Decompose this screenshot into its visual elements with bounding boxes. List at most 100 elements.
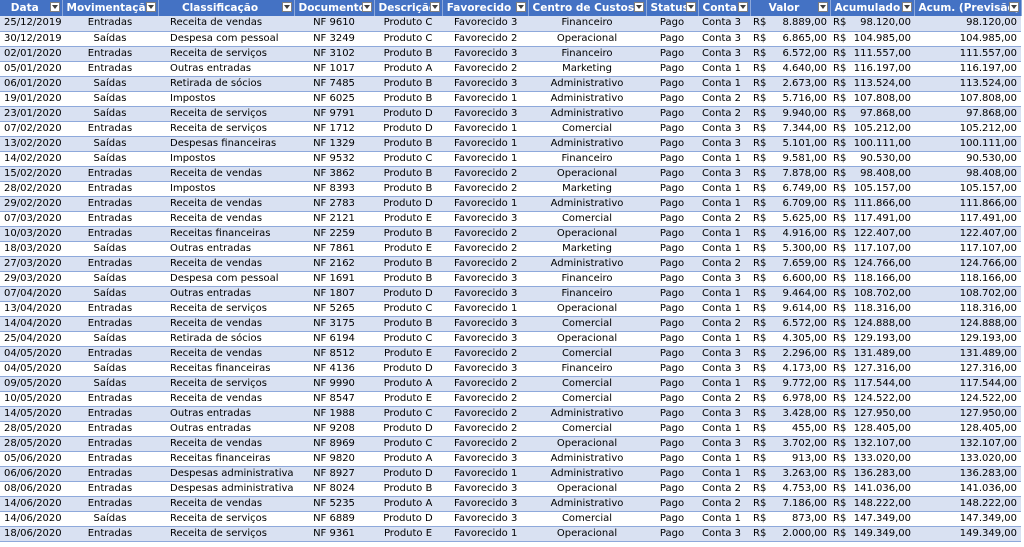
cell-favorecido[interactable]: Favorecido 2	[442, 436, 528, 452]
cell-acum-previsao[interactable]: 100.111,00	[914, 136, 1021, 152]
cell-status[interactable]: Pago	[646, 166, 698, 182]
cell-status[interactable]: Pago	[646, 61, 698, 77]
cell-data[interactable]: 14/05/2020	[0, 406, 62, 422]
cell-documento[interactable]: NF 9610	[294, 16, 374, 32]
cell-centro-de-custos[interactable]: Administrativo	[528, 466, 646, 482]
cell-acum-previsao[interactable]: 147.349,00	[914, 511, 1021, 527]
cell-valor[interactable]: R$ 2.673,00	[750, 76, 830, 92]
cell-classificacao[interactable]: Outras entradas	[158, 241, 294, 257]
cell-status[interactable]: Pago	[646, 181, 698, 197]
cell-status[interactable]: Pago	[646, 121, 698, 137]
cell-favorecido[interactable]: Favorecido 1	[442, 151, 528, 167]
cell-descricao[interactable]: Produto C	[374, 151, 442, 167]
cell-centro-de-custos[interactable]: Operacional	[528, 166, 646, 182]
cell-favorecido[interactable]: Favorecido 2	[442, 256, 528, 272]
cell-classificacao[interactable]: Retirada de sócios	[158, 76, 294, 92]
cell-classificacao[interactable]: Receita de vendas	[158, 496, 294, 512]
cell-valor[interactable]: R$ 6.572,00	[750, 46, 830, 62]
cell-conta[interactable]: Conta 3	[698, 121, 750, 137]
cell-movimentacao[interactable]: Entradas	[62, 391, 158, 407]
cell-centro-de-custos[interactable]: Administrativo	[528, 76, 646, 92]
cell-movimentacao[interactable]: Entradas	[62, 211, 158, 227]
cell-acum-previsao[interactable]: 90.530,00	[914, 151, 1021, 167]
cell-centro-de-custos[interactable]: Financeiro	[528, 271, 646, 287]
cell-acumulado[interactable]: R$ 97.868,00	[830, 106, 914, 122]
cell-descricao[interactable]: Produto C	[374, 436, 442, 452]
cell-valor[interactable]: R$ 6.865,00	[750, 31, 830, 47]
column-header-favorecido[interactable]: Favorecido	[442, 0, 529, 16]
cell-documento[interactable]: NF 1712	[294, 121, 374, 137]
cell-valor[interactable]: R$ 3.702,00	[750, 436, 830, 452]
cell-centro-de-custos[interactable]: Operacional	[528, 526, 646, 542]
filter-dropdown-icon[interactable]	[817, 2, 828, 12]
cell-data[interactable]: 14/06/2020	[0, 511, 62, 527]
cell-data[interactable]: 14/02/2020	[0, 151, 62, 167]
cell-conta[interactable]: Conta 1	[698, 286, 750, 302]
cell-conta[interactable]: Conta 3	[698, 361, 750, 377]
cell-acum-previsao[interactable]: 124.888,00	[914, 316, 1021, 332]
cell-status[interactable]: Pago	[646, 421, 698, 437]
cell-valor[interactable]: R$ 9.464,00	[750, 286, 830, 302]
cell-valor[interactable]: R$ 4.305,00	[750, 331, 830, 347]
cell-data[interactable]: 19/01/2020	[0, 91, 62, 107]
cell-favorecido[interactable]: Favorecido 3	[442, 511, 528, 527]
filter-dropdown-icon[interactable]	[515, 2, 526, 12]
cell-movimentacao[interactable]: Entradas	[62, 166, 158, 182]
cell-data[interactable]: 07/03/2020	[0, 211, 62, 227]
cell-data[interactable]: 18/06/2020	[0, 526, 62, 542]
cell-acum-previsao[interactable]: 118.316,00	[914, 301, 1021, 317]
cell-data[interactable]: 29/03/2020	[0, 271, 62, 287]
cell-data[interactable]: 25/04/2020	[0, 331, 62, 347]
cell-classificacao[interactable]: Despesa com pessoal	[158, 271, 294, 287]
cell-classificacao[interactable]: Receitas financeiras	[158, 226, 294, 242]
cell-conta[interactable]: Conta 2	[698, 106, 750, 122]
cell-favorecido[interactable]: Favorecido 1	[442, 136, 528, 152]
cell-data[interactable]: 07/02/2020	[0, 121, 62, 137]
cell-descricao[interactable]: Produto C	[374, 16, 442, 32]
cell-valor[interactable]: R$ 8.889,00	[750, 16, 830, 32]
cell-acumulado[interactable]: R$ 108.702,00	[830, 286, 914, 302]
cell-movimentacao[interactable]: Saídas	[62, 331, 158, 347]
cell-movimentacao[interactable]: Entradas	[62, 526, 158, 542]
cell-acum-previsao[interactable]: 97.868,00	[914, 106, 1021, 122]
cell-acum-previsao[interactable]: 105.212,00	[914, 121, 1021, 137]
cell-centro-de-custos[interactable]: Financeiro	[528, 286, 646, 302]
cell-classificacao[interactable]: Impostos	[158, 91, 294, 107]
cell-conta[interactable]: Conta 3	[698, 16, 750, 32]
cell-centro-de-custos[interactable]: Comercial	[528, 121, 646, 137]
cell-classificacao[interactable]: Impostos	[158, 151, 294, 167]
cell-data[interactable]: 10/03/2020	[0, 226, 62, 242]
cell-centro-de-custos[interactable]: Operacional	[528, 226, 646, 242]
cell-conta[interactable]: Conta 3	[698, 271, 750, 287]
cell-data[interactable]: 28/05/2020	[0, 436, 62, 452]
cell-data[interactable]: 28/05/2020	[0, 421, 62, 437]
filter-dropdown-icon[interactable]	[633, 2, 644, 12]
cell-status[interactable]: Pago	[646, 301, 698, 317]
cell-favorecido[interactable]: Favorecido 1	[442, 91, 528, 107]
cell-status[interactable]: Pago	[646, 376, 698, 392]
cell-acum-previsao[interactable]: 129.193,00	[914, 331, 1021, 347]
cell-classificacao[interactable]: Receita de serviços	[158, 106, 294, 122]
cell-favorecido[interactable]: Favorecido 2	[442, 226, 528, 242]
cell-status[interactable]: Pago	[646, 391, 698, 407]
cell-conta[interactable]: Conta 1	[698, 301, 750, 317]
cell-centro-de-custos[interactable]: Administrativo	[528, 106, 646, 122]
cell-conta[interactable]: Conta 2	[698, 496, 750, 512]
cell-movimentacao[interactable]: Entradas	[62, 256, 158, 272]
cell-documento[interactable]: NF 9791	[294, 106, 374, 122]
cell-acumulado[interactable]: R$ 105.157,00	[830, 181, 914, 197]
cell-acum-previsao[interactable]: 141.036,00	[914, 481, 1021, 497]
cell-valor[interactable]: R$ 5.101,00	[750, 136, 830, 152]
cell-data[interactable]: 25/12/2019	[0, 16, 62, 32]
cell-favorecido[interactable]: Favorecido 2	[442, 241, 528, 257]
cell-conta[interactable]: Conta 3	[698, 526, 750, 542]
cell-status[interactable]: Pago	[646, 151, 698, 167]
filter-dropdown-icon[interactable]	[361, 2, 372, 12]
cell-conta[interactable]: Conta 2	[698, 481, 750, 497]
cell-documento[interactable]: NF 4136	[294, 361, 374, 377]
cell-conta[interactable]: Conta 1	[698, 151, 750, 167]
cell-data[interactable]: 05/01/2020	[0, 61, 62, 77]
cell-centro-de-custos[interactable]: Administrativo	[528, 256, 646, 272]
cell-status[interactable]: Pago	[646, 526, 698, 542]
cell-documento[interactable]: NF 1691	[294, 271, 374, 287]
